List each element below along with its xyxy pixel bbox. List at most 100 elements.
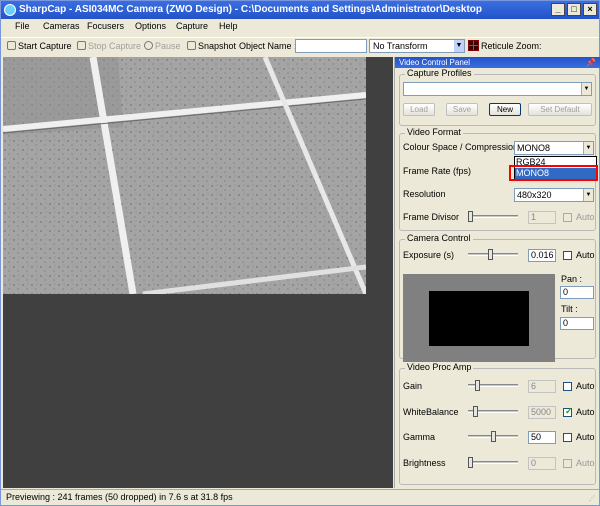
white-balance-auto-label: Auto [576, 407, 595, 417]
gain-label: Gain [403, 381, 423, 391]
chevron-down-icon: ▼ [583, 142, 593, 154]
slider-thumb[interactable] [474, 380, 480, 391]
exposure-input[interactable]: 0.016 [528, 249, 556, 262]
pan-tilt-preview[interactable] [403, 274, 555, 362]
exposure-slider[interactable] [468, 249, 518, 260]
pin-icon[interactable]: 📌 [586, 57, 596, 68]
menu-cameras[interactable]: Cameras [43, 21, 80, 31]
title-bar[interactable]: SharpCap - ASI034MC Camera (ZWO Design) … [1, 1, 599, 19]
set-default-button[interactable]: Set Default [528, 103, 592, 116]
frame-rate-label: Frame Rate (fps) [403, 166, 472, 176]
gain-slider[interactable] [468, 380, 518, 391]
gamma-input[interactable]: 50 [528, 431, 556, 444]
tilt-label: Tilt : [561, 304, 578, 314]
snapshot-label: Snapshot [198, 41, 237, 51]
load-button[interactable]: Load [403, 103, 435, 116]
zoom-select[interactable] [543, 39, 589, 53]
minimize-button[interactable]: _ [551, 3, 565, 16]
white-balance-input[interactable]: 5000 [528, 406, 556, 419]
resolution-select[interactable]: 480x320 ▼ [514, 188, 594, 202]
zoom-label: Zoom: [516, 41, 542, 51]
maximize-button[interactable]: □ [567, 3, 581, 16]
brightness-input[interactable]: 0 [528, 457, 556, 470]
camera-icon [187, 41, 196, 50]
menu-capture[interactable]: Capture [176, 21, 208, 31]
app-icon [4, 4, 16, 16]
brightness-label: Brightness [403, 458, 446, 468]
slider-thumb[interactable] [468, 457, 473, 468]
white-balance-auto-checkbox[interactable]: ✓ [563, 406, 573, 417]
gain-auto-label: Auto [576, 381, 595, 391]
gain-auto-checkbox[interactable] [563, 382, 572, 391]
snapshot-button[interactable]: Snapshot [187, 41, 236, 51]
colour-space-select[interactable]: MONO8 ▼ [514, 141, 594, 155]
frame-divisor-label: Frame Divisor [403, 212, 460, 222]
video-format-group: Video Format Colour Space / Compression … [399, 127, 596, 231]
menu-file[interactable]: File [15, 21, 30, 31]
stop-capture-button[interactable]: Stop Capture [77, 41, 141, 51]
annotation-highlight-box [509, 165, 598, 181]
preview-area [3, 57, 393, 488]
transform-select[interactable]: No Transform ▼ [369, 39, 465, 53]
object-name-input[interactable] [295, 39, 367, 53]
frame-divisor-slider[interactable] [468, 211, 518, 222]
capture-profiles-group: Capture Profiles ▼ Load Save New Set Def… [399, 68, 596, 126]
capture-icon [7, 41, 16, 50]
ceiling-tiles-image [3, 57, 366, 294]
capture-profile-select[interactable]: ▼ [403, 82, 592, 96]
menu-options[interactable]: Options [135, 21, 166, 31]
menu-focusers[interactable]: Focusers [87, 21, 124, 31]
gamma-slider[interactable] [468, 431, 518, 442]
gamma-label: Gamma [403, 432, 436, 442]
resize-grip-icon[interactable]: ⋰ [589, 495, 597, 503]
new-button[interactable]: New [489, 103, 521, 116]
stop-icon [77, 41, 86, 50]
close-button[interactable]: × [583, 3, 597, 16]
slider-thumb[interactable] [472, 406, 478, 417]
gain-input[interactable]: 6 [528, 380, 556, 393]
gamma-auto-checkbox[interactable] [563, 433, 572, 442]
pause-button[interactable]: Pause [144, 41, 181, 51]
tilt-input[interactable]: 0 [560, 317, 594, 330]
camera-preview-image [3, 57, 366, 294]
status-text: Previewing : 241 frames (50 dropped) in … [6, 492, 233, 502]
resolution-value: 480x320 [517, 190, 552, 200]
colour-space-label: Colour Space / Compression [403, 142, 519, 152]
white-balance-label: WhiteBalance [403, 407, 459, 417]
exposure-auto-checkbox[interactable] [563, 251, 572, 260]
panel-title: Video Control Panel [399, 58, 471, 67]
brightness-auto-label: Auto [576, 458, 595, 468]
window-title: SharpCap - ASI034MC Camera (ZWO Design) … [19, 4, 483, 15]
pan-input[interactable]: 0 [560, 286, 594, 299]
capture-profiles-title: Capture Profiles [405, 68, 474, 78]
brightness-auto-checkbox[interactable] [563, 459, 572, 468]
brightness-slider[interactable] [468, 457, 518, 468]
slider-thumb[interactable] [490, 431, 496, 442]
panel-header: Video Control Panel 📌 [395, 57, 600, 68]
video-control-panel: Video Control Panel 📌 Capture Profiles ▼… [394, 57, 600, 488]
gamma-auto-label: Auto [576, 432, 595, 442]
status-bar: Previewing : 241 frames (50 dropped) in … [1, 489, 599, 505]
frame-divisor-input[interactable]: 1 [528, 211, 556, 224]
exposure-auto-label: Auto [576, 250, 595, 260]
pause-label: Pause [155, 41, 181, 51]
chevron-down-icon: ▼ [583, 189, 593, 201]
menu-bar: File Cameras Focusers Options Capture He… [1, 19, 599, 35]
object-name-label: Object Name : [239, 41, 297, 51]
frame-divisor-auto-checkbox[interactable] [563, 213, 572, 222]
video-proc-amp-group: Video Proc Amp Gain 6 Auto WhiteBalance … [399, 362, 596, 485]
save-button[interactable]: Save [446, 103, 478, 116]
slider-thumb[interactable] [468, 211, 473, 222]
white-balance-slider[interactable] [468, 406, 518, 417]
slider-thumb[interactable] [488, 249, 494, 260]
menu-help[interactable]: Help [219, 21, 238, 31]
pan-tilt-frame [429, 291, 529, 346]
start-capture-button[interactable]: Start Capture [7, 41, 72, 51]
stop-capture-label: Stop Capture [88, 41, 142, 51]
app-window: SharpCap - ASI034MC Camera (ZWO Design) … [0, 0, 600, 506]
transform-value: No Transform [373, 41, 428, 51]
camera-control-group: Camera Control Exposure (s) 0.016 Auto P… [399, 233, 596, 362]
video-format-title: Video Format [405, 127, 463, 137]
reticule-icon[interactable] [468, 40, 479, 51]
check-icon: ✓ [565, 406, 573, 416]
